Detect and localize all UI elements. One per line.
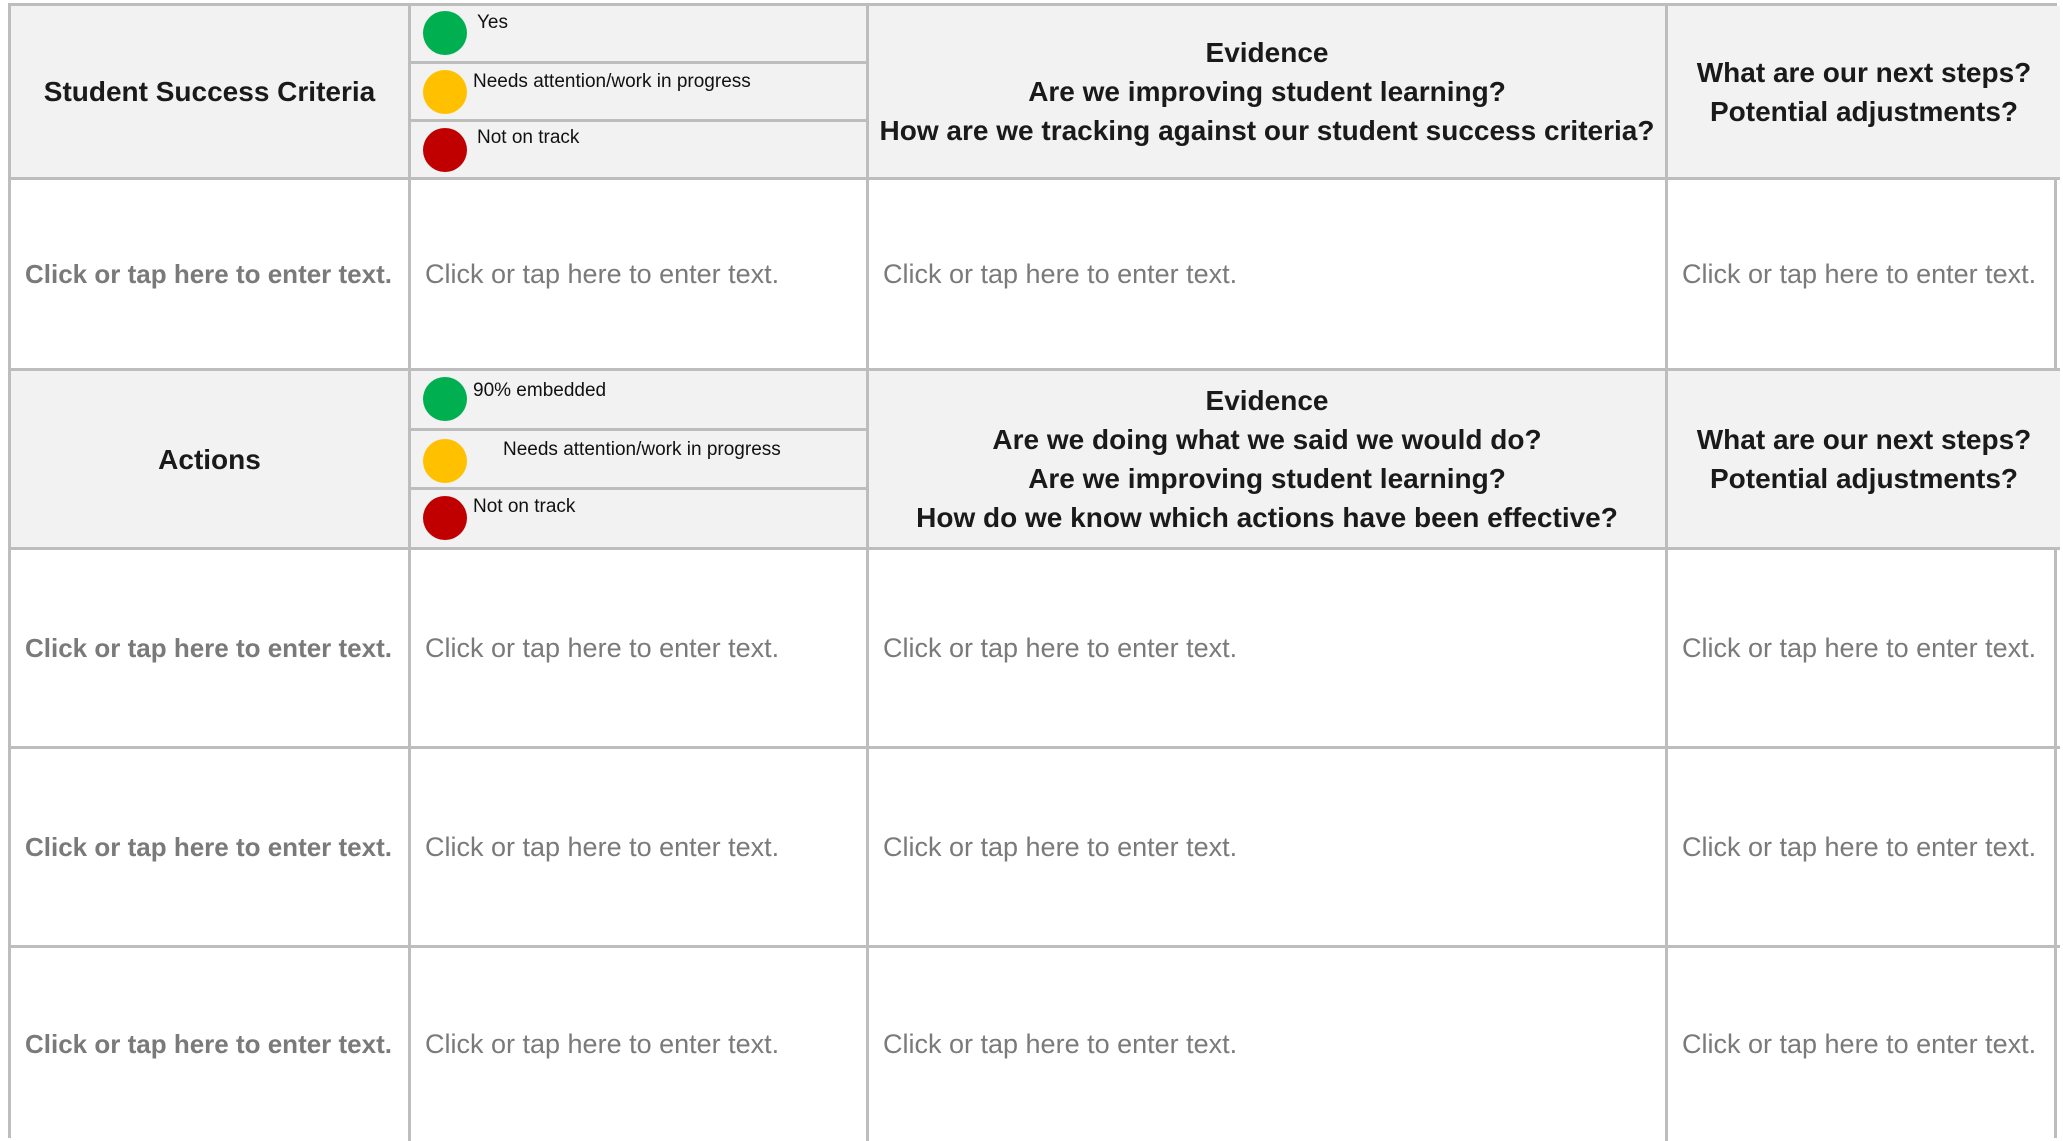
next-steps-header: What are our next steps? Potential adjus… — [1668, 371, 2060, 550]
next-steps-input[interactable]: Click or tap here to enter text. — [1668, 550, 2060, 749]
review-table: Student Success Criteria Yes Needs atten… — [8, 3, 2060, 1141]
status-input[interactable]: Click or tap here to enter text. — [411, 749, 869, 948]
evidence-input[interactable]: Click or tap here to enter text. — [869, 550, 1668, 749]
next-steps-input[interactable]: Click or tap here to enter text. — [1668, 948, 2060, 1141]
green-status-dot-icon — [423, 11, 467, 55]
red-status-dot-icon — [423, 128, 467, 172]
green-status-dot-icon — [423, 377, 467, 421]
status-input[interactable]: Click or tap here to enter text. — [411, 948, 869, 1141]
evidence-heading: Evidence — [1205, 37, 1329, 68]
actions-legend: 90% embedded Needs attention/work in pro… — [411, 371, 869, 550]
next-steps-question: Potential adjustments? — [1709, 95, 2019, 127]
evidence-input[interactable]: Click or tap here to enter text. — [869, 180, 1668, 371]
legend-label: 90% embedded — [473, 380, 607, 401]
legend-row-needs-attention: Needs attention/work in progress — [411, 64, 866, 122]
legend-row-embedded: 90% embedded — [411, 371, 866, 431]
legend-label: Needs attention/work in progress — [503, 438, 781, 460]
evidence-question: Are we improving student learning? — [1028, 463, 1506, 494]
evidence-question: How are we tracking against our student … — [879, 115, 1655, 146]
amber-status-dot-icon — [423, 438, 467, 483]
evidence-header: Evidence Are we improving student learni… — [869, 6, 1668, 180]
red-status-dot-icon — [423, 496, 467, 541]
evidence-heading: Evidence — [1205, 385, 1329, 416]
action-input[interactable]: Click or tap here to enter text. — [11, 550, 411, 749]
status-input[interactable]: Click or tap here to enter text. — [411, 180, 869, 371]
evidence-question: Are we doing what we said we would do? — [992, 424, 1542, 455]
legend-row-not-on-track: Not on track — [411, 122, 866, 177]
evidence-question: Are we improving student learning? — [1028, 76, 1506, 107]
evidence-header: Evidence Are we doing what we said we wo… — [869, 371, 1668, 550]
evidence-input[interactable]: Click or tap here to enter text. — [869, 749, 1668, 948]
next-steps-input[interactable]: Click or tap here to enter text. — [1668, 749, 2060, 948]
amber-status-dot-icon — [423, 70, 467, 114]
legend-label: Not on track — [477, 127, 580, 148]
legend-row-yes: Yes — [411, 6, 866, 64]
next-steps-question: What are our next steps? — [1696, 424, 2032, 455]
legend-row-needs-attention: Needs attention/work in progress — [411, 431, 866, 491]
next-steps-header: What are our next steps? Potential adjus… — [1668, 6, 2060, 180]
success-criteria-legend: Yes Needs attention/work in progress Not… — [411, 6, 869, 180]
actions-header: Actions — [11, 371, 411, 550]
next-steps-question: What are our next steps? — [1696, 56, 2032, 88]
legend-label: Not on track — [473, 496, 576, 518]
status-input[interactable]: Click or tap here to enter text. — [411, 550, 869, 749]
next-steps-question: Potential adjustments? — [1709, 463, 2019, 494]
evidence-question: How do we know which actions have been e… — [916, 502, 1618, 533]
success-criteria-input[interactable]: Click or tap here to enter text. — [11, 180, 411, 371]
next-steps-input[interactable]: Click or tap here to enter text. — [1668, 180, 2060, 371]
student-success-criteria-header: Student Success Criteria — [11, 6, 411, 180]
legend-label: Yes — [477, 12, 508, 33]
action-input[interactable]: Click or tap here to enter text. — [11, 749, 411, 948]
action-input[interactable]: Click or tap here to enter text. — [11, 948, 411, 1141]
legend-label: Needs attention/work in progress — [473, 71, 751, 92]
legend-row-not-on-track: Not on track — [411, 490, 866, 547]
evidence-input[interactable]: Click or tap here to enter text. — [869, 948, 1668, 1141]
